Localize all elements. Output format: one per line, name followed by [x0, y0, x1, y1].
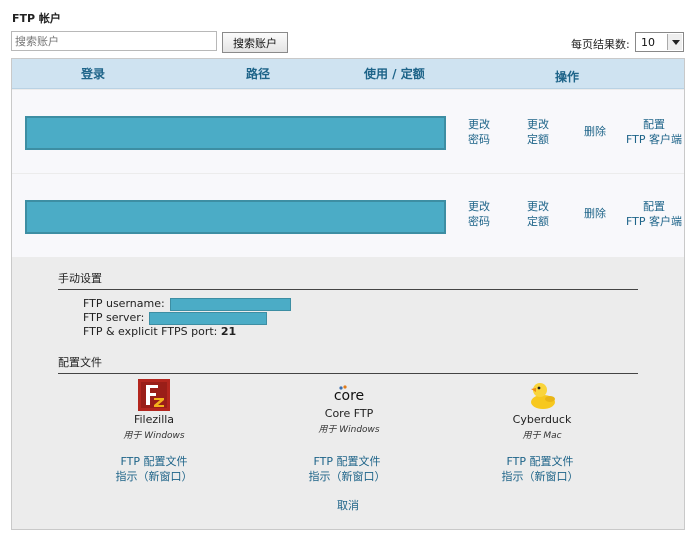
client-os: 用于 Windows	[318, 425, 380, 435]
search-input[interactable]	[11, 31, 217, 51]
ftp-port-label: FTP & explicit FTPS port:	[83, 325, 218, 338]
client-name: Filezilla	[133, 413, 175, 426]
coreftp-instructions-link[interactable]: 指示（新窗口）	[272, 469, 422, 484]
divider	[58, 289, 638, 290]
cyberduck-instructions-link[interactable]: 指示（新窗口）	[465, 469, 615, 484]
divider	[58, 373, 638, 374]
client-name: Core FTP	[324, 407, 374, 420]
client-coreftp: core Core FTP 用于 Windows	[274, 385, 424, 435]
per-page-value: 10	[641, 36, 655, 49]
cyberduck-icon	[531, 383, 555, 409]
per-page-select[interactable]: 10	[635, 32, 684, 52]
client-os: 用于 Windows	[123, 431, 185, 441]
change-quota-link[interactable]: 更改 定额	[515, 199, 561, 229]
change-password-link[interactable]: 更改 密码	[456, 117, 502, 147]
filezilla-instructions-link[interactable]: 指示（新窗口）	[79, 469, 229, 484]
client-os: 用于 Mac	[522, 431, 562, 441]
redacted-server	[149, 312, 267, 325]
coreftp-icon: core	[334, 385, 364, 404]
configure-ftp-client-link[interactable]: 配置 FTP 客户端	[622, 117, 686, 147]
ftp-username-row: FTP username:	[83, 297, 165, 310]
config-files-title: 配置文件	[58, 356, 102, 369]
svg-text:core: core	[334, 388, 364, 404]
table-row: 更改 密码 更改 定额 删除 配置 FTP 客户端	[12, 174, 684, 257]
ftp-server-row: FTP server:	[83, 311, 144, 324]
client-filezilla: Filezilla 用于 Windows	[79, 379, 229, 441]
redacted-account-info	[25, 116, 446, 150]
cancel-link[interactable]: 取消	[273, 498, 423, 513]
delete-link[interactable]: 删除	[575, 206, 615, 221]
manual-settings-title: 手动设置	[58, 272, 102, 285]
ftp-port-row: FTP & explicit FTPS port: 21	[83, 325, 236, 338]
per-page-label: 每页结果数:	[571, 38, 630, 51]
column-header-actions: 操作	[555, 70, 580, 84]
chevron-down-icon[interactable]	[667, 34, 682, 50]
column-header-usage-quota[interactable]: 使用 / 定额	[364, 65, 425, 82]
filezilla-icon	[138, 379, 170, 411]
table-header: 登录 路径 使用 / 定额 操作	[12, 59, 684, 89]
ftp-accounts-panel: 登录 路径 使用 / 定额 操作 更改 密码 更改 定额 删除 配置 FTP 客…	[11, 58, 685, 530]
search-button[interactable]: 搜索账户	[222, 32, 288, 53]
column-header-path[interactable]: 路径	[246, 65, 270, 82]
ftp-port-value: 21	[220, 325, 237, 338]
cyberduck-config-file-link[interactable]: FTP 配置文件	[465, 454, 615, 469]
client-name: Cyberduck	[512, 413, 572, 426]
change-password-link[interactable]: 更改 密码	[456, 199, 502, 229]
page-title: FTP 帐户	[12, 12, 61, 25]
coreftp-config-file-link[interactable]: FTP 配置文件	[272, 454, 422, 469]
column-header-login[interactable]: 登录	[81, 65, 105, 82]
ftp-server-label: FTP server:	[83, 311, 145, 324]
client-cyberduck: Cyberduck 用于 Mac	[467, 379, 617, 441]
redacted-username	[170, 298, 291, 311]
configure-ftp-client-link[interactable]: 配置 FTP 客户端	[622, 199, 686, 229]
table-row: 更改 密码 更改 定额 删除 配置 FTP 客户端	[12, 90, 684, 173]
delete-link[interactable]: 删除	[575, 124, 615, 139]
redacted-account-info	[25, 200, 446, 234]
change-quota-link[interactable]: 更改 定额	[515, 117, 561, 147]
ftp-username-label: FTP username:	[83, 297, 165, 310]
filezilla-config-file-link[interactable]: FTP 配置文件	[79, 454, 229, 469]
